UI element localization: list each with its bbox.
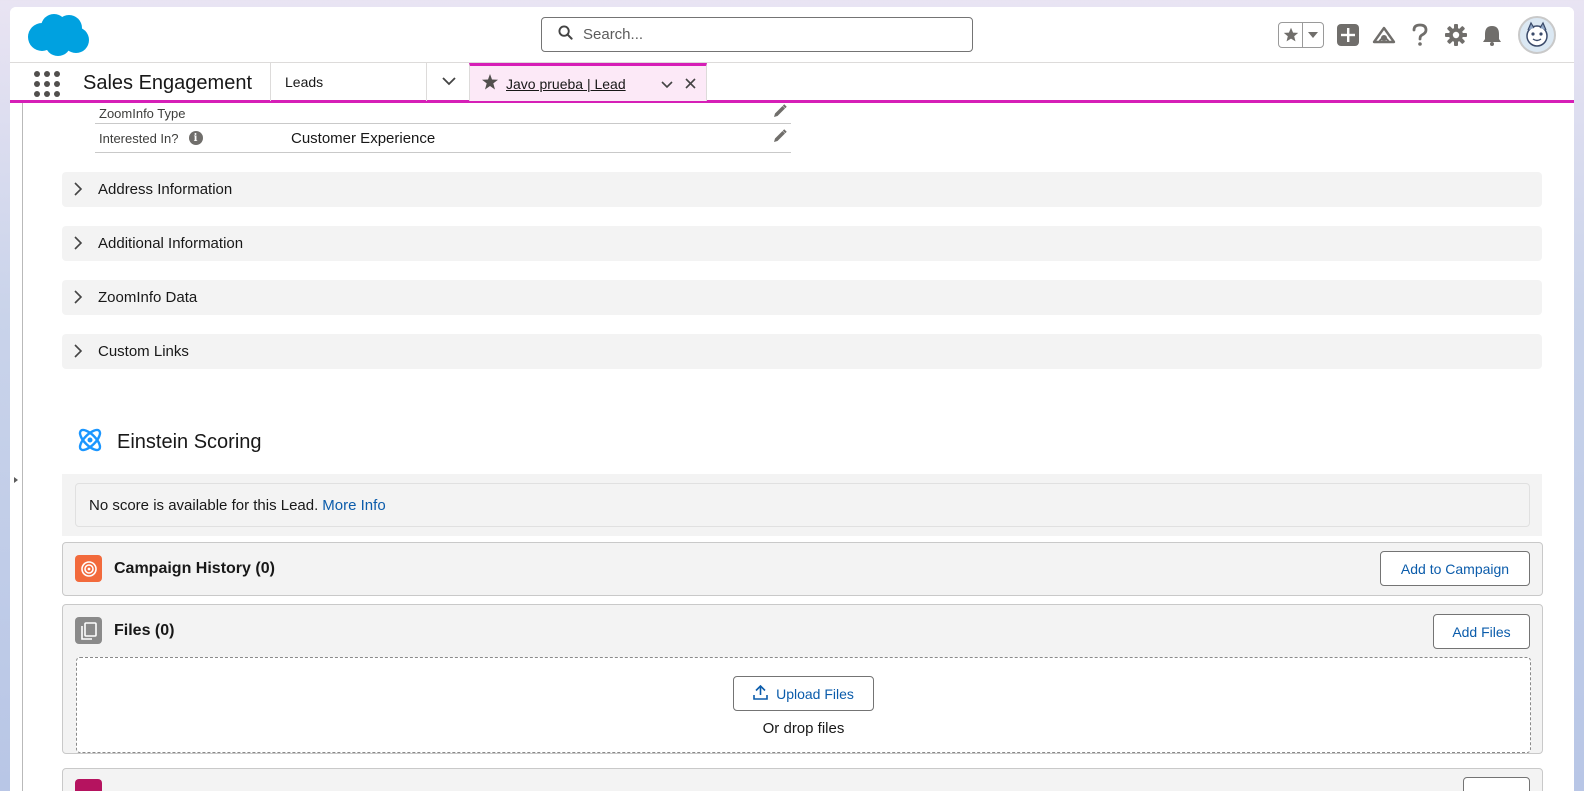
chevron-right-icon <box>74 236 83 255</box>
einstein-atom-icon <box>75 425 105 460</box>
field-zoominfo-type: ZoomInfo Type <box>95 103 791 124</box>
related-list-action-button[interactable] <box>1463 777 1530 791</box>
field-label: ZoomInfo Type <box>99 105 186 121</box>
favorites-caret-icon[interactable] <box>1303 23 1323 47</box>
global-actions-plus-icon[interactable] <box>1336 23 1360 47</box>
favorites-group <box>1278 22 1324 48</box>
upload-files-button[interactable]: Upload Files <box>733 676 874 711</box>
app-name: Sales Engagement <box>83 72 253 94</box>
tab-chevron-down-icon[interactable] <box>661 76 673 92</box>
section-custom-links[interactable]: Custom Links <box>62 334 1542 369</box>
edit-pencil-icon[interactable] <box>773 128 787 148</box>
section-title: ZoomInfo Data <box>98 289 198 306</box>
search-placeholder: Search... <box>583 26 644 43</box>
header-actions <box>1278 16 1556 54</box>
einstein-scoring-header: Einstein Scoring <box>75 425 262 460</box>
card-header: Campaign History (0) <box>75 555 275 582</box>
global-search-input[interactable]: Search... <box>541 17 973 52</box>
upload-icon <box>753 684 768 703</box>
score-message-box: No score is available for this Lead. Mor… <box>75 483 1530 527</box>
tab-record-lead[interactable]: Javo prueba | Lead <box>469 63 707 101</box>
user-avatar[interactable] <box>1518 16 1556 54</box>
file-dropzone[interactable]: Upload Files Or drop files <box>76 657 1531 753</box>
section-address-information[interactable]: Address Information <box>62 172 1542 207</box>
app-launcher-icon[interactable] <box>34 71 60 97</box>
more-info-link[interactable]: More Info <box>322 497 385 514</box>
files-card: Files (0) Add Files Upload Files Or drop… <box>62 604 1543 754</box>
search-icon <box>558 24 573 45</box>
help-icon[interactable] <box>1408 23 1432 47</box>
info-icon[interactable]: i <box>188 131 203 145</box>
einstein-score-panel: No score is available for this Lead. Mor… <box>62 474 1542 536</box>
einstein-title: Einstein Scoring <box>117 431 262 453</box>
close-tab-icon[interactable] <box>685 76 696 92</box>
edit-pencil-icon[interactable] <box>773 103 787 123</box>
drop-files-text: Or drop files <box>762 720 845 737</box>
chevron-down-icon <box>441 73 456 91</box>
leads-dropdown-button[interactable] <box>426 63 470 101</box>
campaign-history-card: Campaign History (0) Add to Campaign <box>62 542 1543 596</box>
tab-leads[interactable]: Leads <box>270 63 426 101</box>
card-title[interactable]: Files (0) <box>114 622 174 640</box>
salesforce-logo[interactable] <box>26 13 90 57</box>
related-list-icon <box>75 779 102 791</box>
chevron-right-icon <box>74 344 83 363</box>
section-additional-information[interactable]: Additional Information <box>62 226 1542 261</box>
card-title[interactable]: Campaign History (0) <box>114 560 275 578</box>
card-header: Files (0) <box>75 617 174 644</box>
field-label: Interested In? <box>99 130 179 146</box>
chevron-right-icon <box>74 182 83 201</box>
sidebar-toggle-icon[interactable] <box>14 477 18 483</box>
chevron-right-icon <box>74 290 83 309</box>
trailhead-icon[interactable] <box>1372 23 1396 47</box>
app-window: Search... Sales Engagement Leads Javo pr… <box>10 7 1574 791</box>
upload-files-label: Upload Files <box>776 685 854 702</box>
lead-icon <box>482 74 498 93</box>
add-files-button[interactable]: Add Files <box>1433 614 1530 649</box>
notifications-bell-icon[interactable] <box>1480 23 1504 47</box>
field-label-wrap: Interested In? i <box>99 131 203 146</box>
favorites-star-icon[interactable] <box>1279 23 1303 47</box>
files-icon <box>75 617 102 644</box>
section-title: Additional Information <box>98 235 244 252</box>
global-header: Search... <box>10 7 1574 62</box>
record-tab-label[interactable]: Javo prueba | Lead <box>506 76 626 92</box>
add-to-campaign-button[interactable]: Add to Campaign <box>1380 551 1530 586</box>
setup-gear-icon[interactable] <box>1444 23 1468 47</box>
campaign-target-icon <box>75 555 102 582</box>
score-message: No score is available for this Lead. <box>89 496 319 514</box>
section-zoominfo-data[interactable]: ZoomInfo Data <box>62 280 1542 315</box>
field-interested-in: Interested In? i Customer Experience <box>95 124 791 153</box>
record-detail-panel: ZoomInfo Type Interested In? i Customer … <box>22 103 1558 791</box>
next-related-list-card <box>62 768 1543 791</box>
section-title: Address Information <box>98 181 233 198</box>
field-value: Customer Experience <box>291 129 436 147</box>
app-navigation-bar: Sales Engagement Leads Javo prueba | Lea… <box>10 62 1574 103</box>
section-title: Custom Links <box>98 343 189 360</box>
